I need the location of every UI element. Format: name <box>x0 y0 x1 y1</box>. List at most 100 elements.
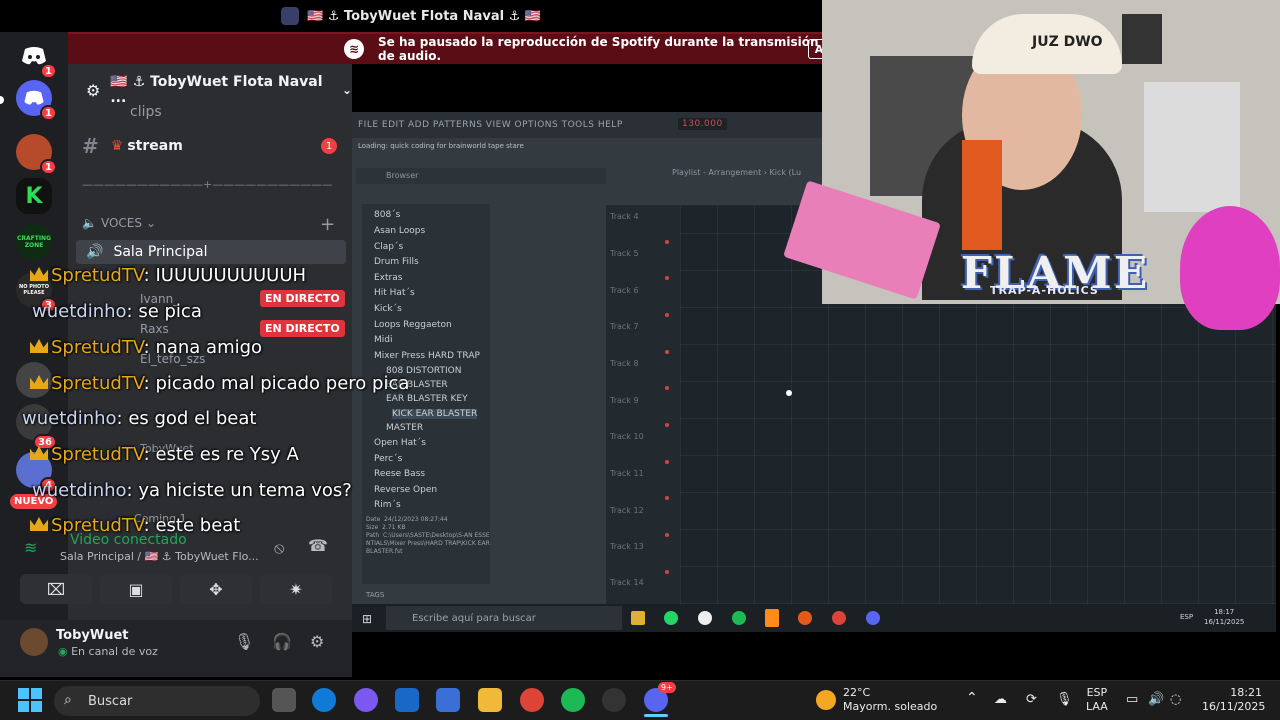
browser-item[interactable]: Reverse Open <box>374 485 437 495</box>
settings-gear-icon[interactable]: ⚙ <box>310 632 324 651</box>
chrome-icon[interactable] <box>520 688 544 712</box>
battery-icon[interactable]: ◌ <box>1170 692 1181 707</box>
tags-label: TAGS <box>366 591 385 599</box>
store-icon[interactable] <box>436 688 460 712</box>
headphones-icon[interactable]: 🎧 <box>272 632 292 651</box>
track-label[interactable]: Track 7 <box>610 322 639 331</box>
sync-icon[interactable]: ⟳ <box>1026 692 1037 707</box>
weather-widget[interactable]: 22°C Mayorm. soleado <box>843 686 937 714</box>
onedrive-icon[interactable]: ☁ <box>994 692 1007 707</box>
edge-icon[interactable] <box>312 688 336 712</box>
file-explorer-icon[interactable] <box>478 688 502 712</box>
add-channel-icon[interactable]: + <box>320 214 335 235</box>
activities-button[interactable]: ✥ <box>180 574 252 604</box>
server-header[interactable]: ⚙ 🇺🇸 ⚓ TobyWuet Flota Naval ... ⌄ <box>68 72 352 108</box>
track-mute-dot[interactable] <box>665 350 669 354</box>
browser-item[interactable]: Drum Fills <box>374 257 419 267</box>
crafting-zone-icon[interactable]: CRAFTING ZONE <box>16 224 52 260</box>
voice-user[interactable]: Raxs <box>140 322 169 336</box>
track-mute-dot[interactable] <box>665 240 669 244</box>
track-label[interactable]: Track 14 <box>610 578 644 587</box>
browser-item-selected[interactable]: KICK EAR BLASTER <box>392 409 478 419</box>
browser-item[interactable]: Kick´s <box>374 304 402 314</box>
discord-server-icon[interactable]: 1 <box>16 80 57 121</box>
voice-location[interactable]: Sala Principal / 🇺🇸 ⚓ TobyWuet Flo... <box>60 550 259 563</box>
separator-channel: ———————————+———————————... <box>82 178 332 191</box>
disconnect-icon[interactable]: ☎ <box>308 536 328 555</box>
camera-off-button[interactable]: ⌧ <box>20 574 92 604</box>
track-label[interactable]: Track 5 <box>610 249 639 258</box>
outlook-icon[interactable] <box>395 688 419 712</box>
start-button[interactable] <box>18 688 42 712</box>
volume-icon[interactable]: 🔊 <box>1148 692 1164 707</box>
browser-item[interactable]: Perc´s <box>374 454 402 464</box>
browser-item[interactable]: Midi <box>374 335 392 345</box>
server-avatar[interactable]: 1 <box>16 134 57 175</box>
track-mute-dot[interactable] <box>665 496 669 500</box>
track-label[interactable]: Track 13 <box>610 542 644 551</box>
user-name[interactable]: TobyWuet <box>56 628 128 643</box>
clock-date: 16/11/2025 <box>1202 700 1266 713</box>
browser-item[interactable]: 808´s <box>374 210 400 220</box>
taskbar-search[interactable]: ⌕ Buscar <box>54 686 260 716</box>
browser-item[interactable]: Hit Hat´s <box>374 288 415 298</box>
browser-item[interactable]: Rim´s <box>374 500 401 510</box>
browser-item[interactable]: Loops Reggaeton <box>374 320 452 330</box>
discord-home-icon[interactable]: 1 <box>16 38 57 79</box>
channel-clips[interactable]: clips <box>130 104 162 120</box>
language-indicator[interactable]: ESP LAA <box>1086 686 1108 714</box>
track-label[interactable]: Track 9 <box>610 396 639 405</box>
kick-server-icon[interactable]: K <box>16 178 52 214</box>
microphone-icon[interactable]: 🎙 <box>1056 692 1073 707</box>
track-label[interactable]: Track 11 <box>610 469 644 478</box>
channel-sala-principal[interactable]: 🔊 Sala Principal <box>76 240 346 264</box>
clock[interactable]: 18:21 16/11/2025 <box>1202 686 1266 714</box>
track-mute-dot[interactable] <box>665 386 669 390</box>
track-mute-dot[interactable] <box>665 276 669 280</box>
track-label[interactable]: Track 6 <box>610 286 639 295</box>
soundboard-button[interactable]: ✷ <box>260 574 332 604</box>
browser-item[interactable]: Extras <box>374 273 402 283</box>
voice-category[interactable]: 🔈 VOCES ⌄ <box>82 216 156 230</box>
browser-item[interactable]: Reese Bass <box>374 469 425 479</box>
channel-stream[interactable]: # ♛ stream <box>82 134 183 158</box>
track-label[interactable]: Track 8 <box>610 359 639 368</box>
screen-share-button[interactable]: ▣ <box>100 574 172 604</box>
search-placeholder: Buscar <box>88 693 133 709</box>
track-mute-dot[interactable] <box>665 570 669 574</box>
browser-item[interactable]: Mixer Press HARD TRAP <box>374 351 480 361</box>
weather-icon[interactable] <box>816 690 836 710</box>
server-indicator <box>0 96 4 104</box>
copilot-icon[interactable] <box>354 688 378 712</box>
discord-icon[interactable]: 9+ <box>644 682 676 712</box>
track-mute-dot[interactable] <box>665 460 669 464</box>
chevron-up-icon[interactable]: ⌃ <box>966 690 978 706</box>
noise-suppression-icon[interactable]: ⦸ <box>274 538 284 558</box>
obs-icon[interactable] <box>602 688 626 712</box>
microphone-icon[interactable]: 🎙 <box>234 632 254 651</box>
track-mute-dot[interactable] <box>665 313 669 317</box>
track-label[interactable]: Track 12 <box>610 506 644 515</box>
signal-icon[interactable]: ≋ <box>24 538 37 557</box>
browser-item[interactable]: Open Hat´s <box>374 438 426 448</box>
avatar[interactable] <box>20 628 48 656</box>
tempo-display[interactable]: 130.000 <box>678 118 727 130</box>
spotify-banner-text: Se ha pausado la reproducción de Spotify… <box>378 35 819 63</box>
chevron-down-icon[interactable]: ⌄ <box>342 83 352 97</box>
fl-menu-bar[interactable]: FILE EDIT ADD PATTERNS VIEW OPTIONS TOOL… <box>352 112 822 138</box>
spotify-icon[interactable] <box>561 688 585 712</box>
track-mute-dot[interactable] <box>665 533 669 537</box>
network-icon[interactable]: ▭ <box>1126 692 1138 707</box>
fire-icon: ♛ <box>110 138 124 154</box>
browser-item[interactable]: EAR BLASTER KEY <box>386 394 468 404</box>
screen-share-icon: ▣ <box>128 579 144 599</box>
browser-item[interactable]: Clap´s <box>374 242 403 252</box>
browser-item[interactable]: MASTER <box>386 423 423 433</box>
gear-icon[interactable]: ⚙ <box>86 81 100 100</box>
browser-item[interactable]: Asan Loops <box>374 226 425 236</box>
task-view-icon[interactable] <box>272 688 296 712</box>
track-mute-dot[interactable] <box>665 423 669 427</box>
track-label[interactable]: Track 4 <box>610 212 639 221</box>
crown-icon <box>30 517 48 531</box>
track-label[interactable]: Track 10 <box>610 432 644 441</box>
